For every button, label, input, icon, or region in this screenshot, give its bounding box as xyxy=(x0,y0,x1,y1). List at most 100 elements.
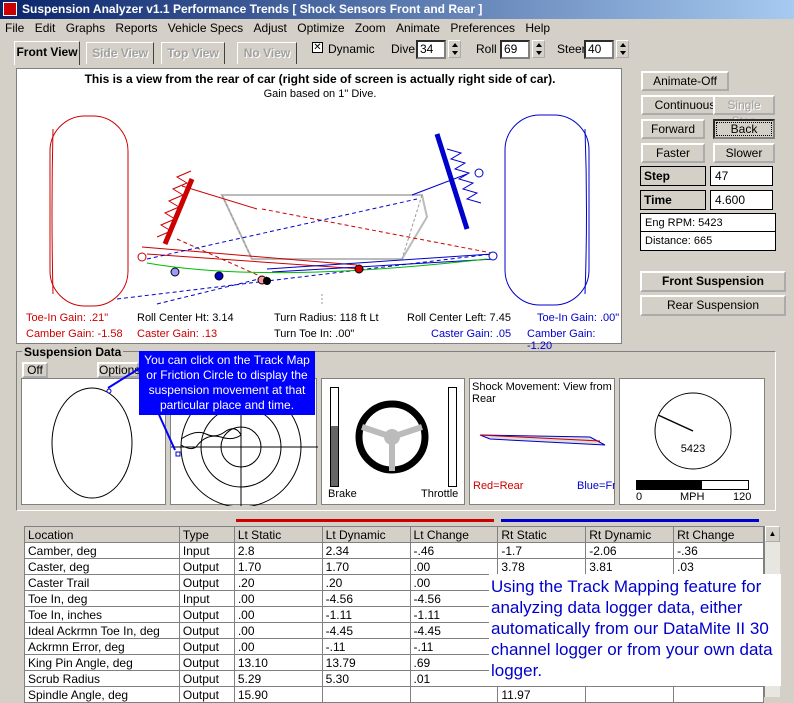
table-cell[interactable]: Ideal Ackrmn Toe In, deg xyxy=(24,622,180,639)
animate-off-button[interactable]: Animate-Off xyxy=(641,71,729,91)
table-cell[interactable]: 13.79 xyxy=(321,654,411,671)
table-cell[interactable]: Ackrmn Error, deg xyxy=(24,638,180,655)
table-cell[interactable]: .69 xyxy=(409,654,499,671)
table-cell[interactable]: -4.45 xyxy=(321,622,411,639)
faster-button[interactable]: Faster xyxy=(641,143,705,163)
menu-vehicle-specs[interactable]: Vehicle Specs xyxy=(168,21,243,35)
table-cell[interactable]: Output xyxy=(178,606,235,623)
table-cell[interactable] xyxy=(673,686,764,703)
rear-suspension-button[interactable]: Rear Suspension xyxy=(640,295,786,316)
table-cell[interactable]: Camber, deg xyxy=(24,542,180,559)
red-rear-legend: Red=Rear xyxy=(473,480,524,492)
steer-spinner[interactable] xyxy=(616,40,629,58)
table-cell[interactable]: Output xyxy=(178,574,235,591)
menu-optimize[interactable]: Optimize xyxy=(297,21,344,35)
turn-radius: Turn Radius: 118 ft Lt xyxy=(274,312,379,324)
front-suspension-button[interactable]: Front Suspension xyxy=(640,271,786,292)
menu-file[interactable]: File xyxy=(5,21,24,35)
dive-input[interactable]: 34 xyxy=(416,40,446,59)
table-cell[interactable]: .00 xyxy=(409,574,499,591)
table-cell[interactable]: Caster Trail xyxy=(24,574,180,591)
table-cell[interactable]: Input xyxy=(178,542,235,559)
table-cell[interactable]: -1.11 xyxy=(409,606,499,623)
table-cell[interactable]: -2.06 xyxy=(585,542,675,559)
table-cell[interactable]: -4.56 xyxy=(321,590,411,607)
menu-graphs[interactable]: Graphs xyxy=(66,21,105,35)
table-cell[interactable]: 3.81 xyxy=(585,558,675,575)
table-cell[interactable]: Output xyxy=(178,670,235,687)
table-cell[interactable]: King Pin Angle, deg xyxy=(24,654,180,671)
table-cell[interactable]: -.11 xyxy=(409,638,499,655)
table-cell[interactable]: -4.45 xyxy=(409,622,499,639)
step-value: 47 xyxy=(710,166,773,186)
table-cell[interactable]: .00 xyxy=(233,606,323,623)
table-cell[interactable]: Scrub Radius xyxy=(24,670,180,687)
table-cell[interactable]: 5.29 xyxy=(233,670,323,687)
table-cell[interactable]: 2.34 xyxy=(321,542,411,559)
table-cell[interactable]: Spindle Angle, deg xyxy=(24,686,180,703)
table-cell[interactable]: -.36 xyxy=(673,542,764,559)
slower-button[interactable]: Slower xyxy=(713,143,775,163)
menu-preferences[interactable]: Preferences xyxy=(450,21,515,35)
table-cell[interactable]: .00 xyxy=(233,622,323,639)
table-cell[interactable]: 5.30 xyxy=(321,670,411,687)
menu-edit[interactable]: Edit xyxy=(35,21,56,35)
tab-front-view[interactable]: Front View xyxy=(14,41,80,65)
menu-help[interactable]: Help xyxy=(525,21,550,35)
table-cell[interactable]: Toe In, inches xyxy=(24,606,180,623)
table-cell[interactable] xyxy=(321,686,411,703)
table-cell[interactable]: .20 xyxy=(233,574,323,591)
table-cell[interactable]: .20 xyxy=(321,574,411,591)
table-cell[interactable]: Output xyxy=(178,558,235,575)
menu-zoom[interactable]: Zoom xyxy=(355,21,386,35)
dive-spinner[interactable] xyxy=(448,40,461,58)
steer-input[interactable]: 40 xyxy=(584,40,614,59)
table-cell[interactable]: .00 xyxy=(233,590,323,607)
front-view-panel[interactable]: This is a view from the rear of car (rig… xyxy=(16,68,622,352)
table-cell[interactable]: Toe In, deg xyxy=(24,590,180,607)
menu-animate[interactable]: Animate xyxy=(396,21,440,35)
table-cell[interactable]: 11.97 xyxy=(497,686,587,703)
table-cell[interactable]: -.46 xyxy=(409,542,499,559)
table-cell[interactable]: Input xyxy=(178,590,235,607)
roll-spinner[interactable] xyxy=(532,40,545,58)
column-header: Rt Dynamic xyxy=(585,526,675,543)
table-cell[interactable]: .00 xyxy=(233,638,323,655)
table-cell[interactable]: -1.7 xyxy=(497,542,587,559)
table-cell[interactable]: 15.90 xyxy=(233,686,323,703)
tab-side-view[interactable]: Side View xyxy=(86,42,154,64)
table-cell[interactable]: Output xyxy=(178,638,235,655)
table-cell[interactable] xyxy=(585,686,675,703)
scroll-up-arrow-icon[interactable]: ▲ xyxy=(765,526,780,542)
table-cell[interactable]: 1.70 xyxy=(233,558,323,575)
single-step-button[interactable]: Single Step xyxy=(713,95,775,128)
table-cell[interactable]: .01 xyxy=(409,670,499,687)
roll-input[interactable]: 69 xyxy=(500,40,530,59)
table-row[interactable]: Camber, deg Input 2.8 2.34 -.46 -1.7 -2.06 -.36 xyxy=(24,542,764,559)
table-cell[interactable] xyxy=(409,686,499,703)
table-row[interactable]: Caster, deg Output 1.70 1.70.00 3.78 3.81.03 xyxy=(24,558,764,575)
table-cell[interactable]: .00 xyxy=(409,558,499,575)
table-cell[interactable]: Output xyxy=(178,654,235,671)
tab-no-view[interactable]: No View xyxy=(237,42,297,64)
data-off-button[interactable]: Off xyxy=(22,362,48,378)
table-cell[interactable]: Caster, deg xyxy=(24,558,180,575)
table-row[interactable]: Spindle Angle, deg Output 15.90 11.97 xyxy=(24,686,764,703)
table-cell[interactable]: -4.56 xyxy=(409,590,499,607)
table-cell[interactable]: .03 xyxy=(673,558,764,575)
table-cell[interactable]: 2.8 xyxy=(233,542,323,559)
table-cell[interactable]: 13.10 xyxy=(233,654,323,671)
tab-top-view[interactable]: Top View xyxy=(161,42,225,64)
table-cell[interactable]: Output xyxy=(178,686,235,703)
turn-toe-in: Turn Toe In: .00" xyxy=(274,328,355,340)
forward-button[interactable]: Forward xyxy=(641,119,705,139)
table-cell[interactable]: 1.70 xyxy=(321,558,411,575)
back-button[interactable]: Back xyxy=(713,119,775,139)
table-cell[interactable]: -1.11 xyxy=(321,606,411,623)
menu-reports[interactable]: Reports xyxy=(115,21,157,35)
table-cell[interactable]: Output xyxy=(178,622,235,639)
menu-adjust[interactable]: Adjust xyxy=(254,21,287,35)
dynamic-checkbox[interactable]: ✕ xyxy=(312,42,323,53)
table-cell[interactable]: -.11 xyxy=(321,638,411,655)
table-cell[interactable]: 3.78 xyxy=(497,558,587,575)
